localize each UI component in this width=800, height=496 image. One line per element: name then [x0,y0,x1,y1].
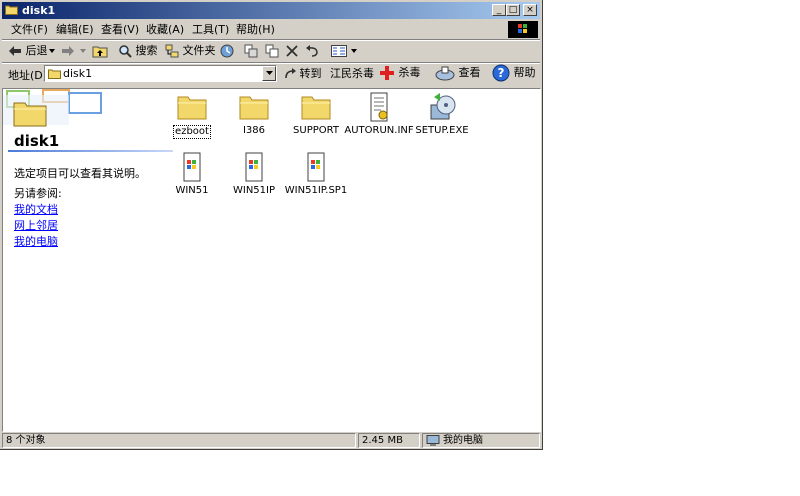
help-label: 帮助 [513,66,536,79]
undo-button[interactable] [305,43,319,59]
status-size: 2.45 MB [358,433,420,448]
scan-label: 查看 [458,66,481,79]
menu-view[interactable]: 查看(V) [101,23,139,37]
red-cross-icon [380,66,394,80]
svg-text:?: ? [498,66,505,80]
scan-button[interactable]: 查看 [435,65,481,81]
chevron-down-icon [49,49,55,53]
close-button[interactable]: × [523,4,537,16]
panel-divider [8,150,173,152]
go-button[interactable]: 转到 [284,66,322,82]
system-file-icon [238,151,270,183]
minimize-button[interactable]: _ [492,4,506,16]
title-bar[interactable]: disk1 _ □ × [2,2,540,19]
views-grid-icon [331,45,347,57]
status-object-count: 8 个对象 [2,433,356,448]
help-button[interactable]: ? 帮助 [492,64,536,82]
folders-label: 文件夹 [182,44,216,57]
move-to-icon [244,44,258,58]
status-location-label: 我的电脑 [443,435,483,446]
antivirus-button[interactable]: 杀毒 [379,65,421,81]
address-value: disk1 [63,67,93,80]
system-file-icon [300,151,332,183]
menu-bar: 文件(F) 编辑(E) 查看(V) 收藏(A) 工具(T) 帮助(H) [2,21,540,39]
views-button[interactable] [331,43,357,59]
system-file-icon [176,151,208,183]
folder-icon [300,91,332,123]
help-icon: ? [492,64,510,82]
history-globe-icon [220,44,234,58]
up-folder-button[interactable] [92,43,108,59]
back-button[interactable]: 后退 [8,43,48,59]
window-title: disk1 [22,4,56,17]
panel-description: 选定项目可以查看其说明。 [14,167,146,180]
link-my-computer[interactable]: 我的电脑 [14,233,58,249]
panel-title: disk1 [14,132,60,150]
delete-x-icon [286,45,298,57]
inf-file-icon [363,91,395,123]
standard-toolbar: 后退 搜索 文件夹 [2,41,540,62]
delete-button[interactable] [286,43,298,59]
move-to-button[interactable] [244,43,258,59]
address-bar: 地址(D) disk1 转到 江民杀毒 杀毒 查看 ? 帮助 [2,62,540,86]
chevron-down-icon [350,49,357,53]
antivirus-label: 杀毒 [398,66,421,79]
back-label: 后退 [25,44,48,57]
chevron-down-icon [265,71,273,75]
status-location: 我的电脑 [422,433,540,448]
history-button[interactable] [220,43,234,59]
go-arrow-icon [285,68,296,79]
search-label: 搜索 [135,44,158,57]
explorer-window: disk1 _ □ × 文件(F) 编辑(E) 查看(V) 收藏(A) 工具(T… [0,0,543,450]
file-item-setup-exe[interactable]: SETUP.EXE [405,91,479,137]
address-input[interactable]: disk1 [44,65,277,82]
menu-tools[interactable]: 工具(T) [192,23,229,37]
folder-icon [13,102,47,127]
setup-exe-icon [426,91,458,123]
folder-icon [48,69,61,79]
menu-help[interactable]: 帮助(H) [236,23,275,37]
link-network-places[interactable]: 网上邻居 [14,217,58,233]
address-dropdown-button[interactable] [262,66,276,81]
jiangmin-antivirus-button[interactable]: 江民杀毒 [330,66,374,82]
back-arrow-icon [9,46,21,56]
copy-to-button[interactable] [265,43,279,59]
content-area: disk1 选定项目可以查看其说明。 另请参阅: 我的文档 网上邻居 我的电脑 … [2,88,541,432]
back-dropdown[interactable] [49,43,55,59]
menu-edit[interactable]: 编辑(E) [56,23,94,37]
folder-icon [176,91,208,123]
status-bar: 8 个对象 2.45 MB 我的电脑 [2,433,540,449]
go-label: 转到 [299,67,322,80]
link-my-documents[interactable]: 我的文档 [14,201,58,217]
chevron-down-icon [80,49,86,53]
forward-button[interactable] [61,43,75,59]
menu-favorites[interactable]: 收藏(A) [146,23,184,37]
search-button[interactable]: 搜索 [118,43,158,59]
folder-icon [238,91,270,123]
maximize-button[interactable]: □ [506,4,520,16]
my-computer-icon [426,435,440,446]
forward-dropdown[interactable] [80,43,86,59]
copy-to-icon [265,44,279,58]
file-item-win51ip-sp1[interactable]: WIN51IP.SP1 [279,151,353,197]
scan-drive-icon [435,66,455,81]
search-icon [119,45,132,58]
menu-file[interactable]: 文件(F) [11,23,48,37]
folders-button[interactable]: 文件夹 [165,43,216,59]
file-name: ezboot [173,125,211,139]
address-label: 地址(D) [8,69,48,82]
file-name: WIN51IP.SP1 [284,185,348,196]
windows-flag-icon [518,24,527,33]
file-name: SETUP.EXE [415,125,469,136]
windows-logo [508,21,538,38]
see-also-label: 另请参阅: [14,187,62,200]
undo-icon [306,45,318,57]
folders-tree-icon [165,44,179,58]
up-folder-icon [92,46,108,58]
forward-arrow-icon [62,46,74,56]
folder-icon [5,5,18,15]
